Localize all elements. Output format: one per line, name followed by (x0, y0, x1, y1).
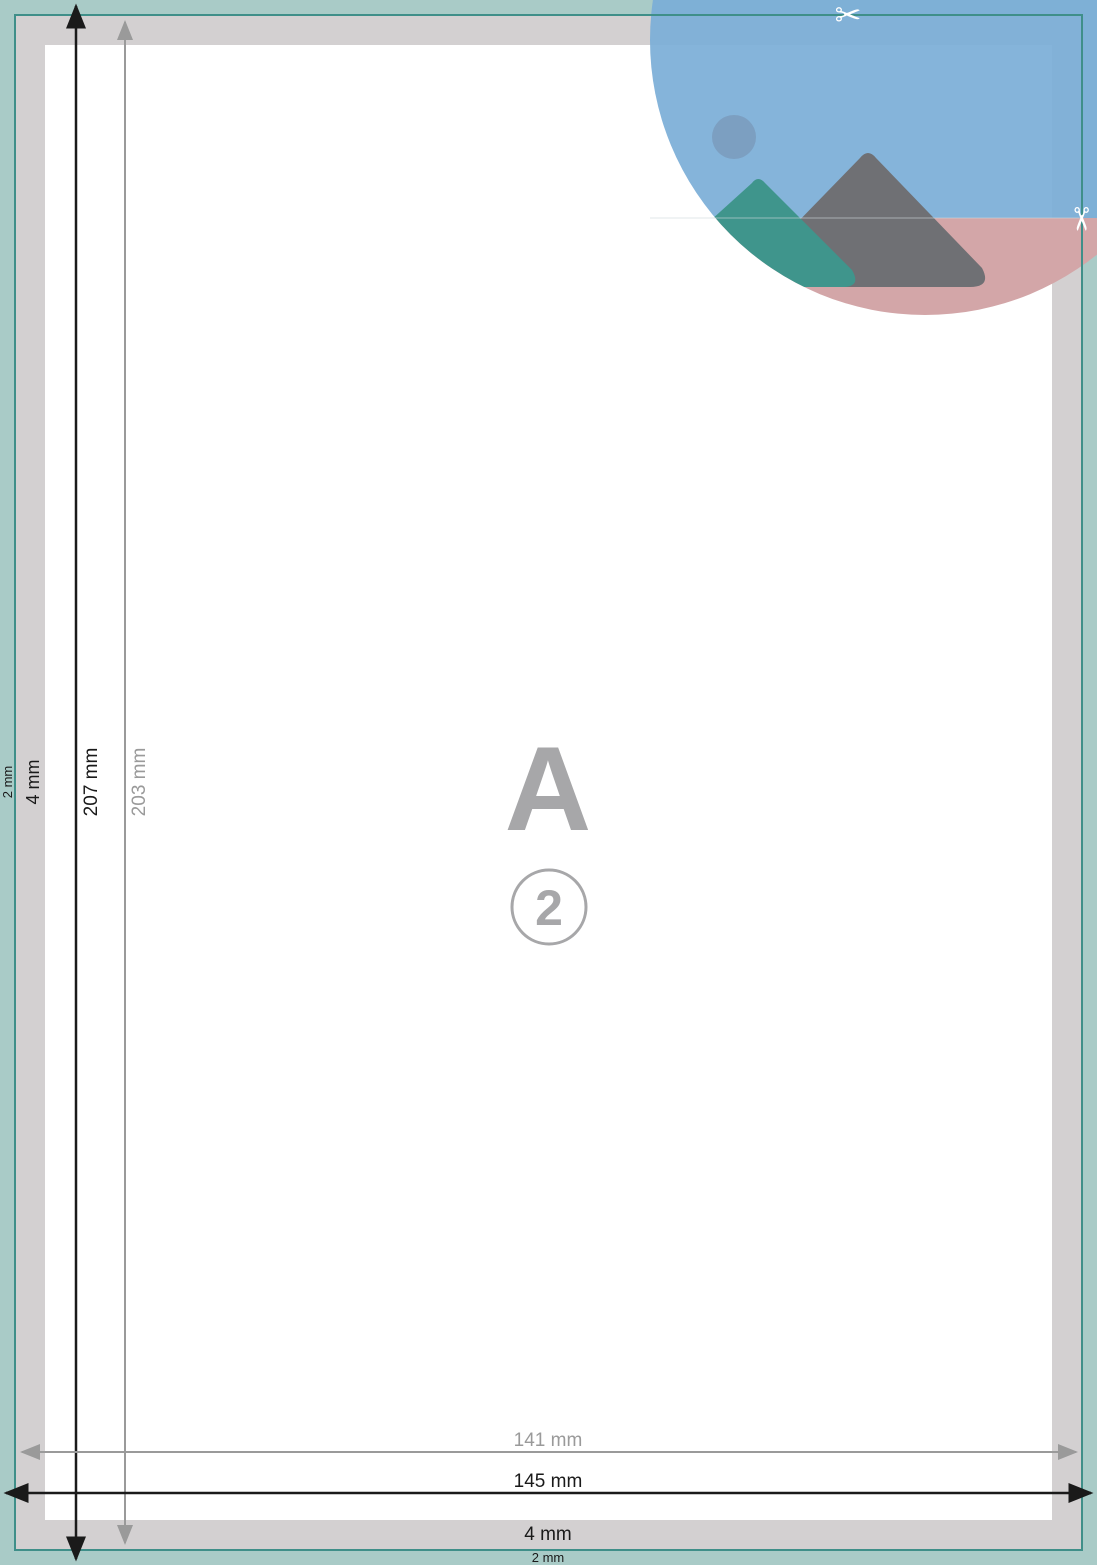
label-margin-left: 4 mm (23, 760, 43, 805)
image-placeholder (650, 0, 1097, 315)
label-margin-bottom: 4 mm (524, 1524, 572, 1545)
label-total-width: 145 mm (514, 1471, 583, 1492)
scissors-icon: ✂ (835, 0, 862, 33)
label-bleed-left: 2 mm (0, 766, 15, 799)
sun-icon (712, 115, 756, 159)
label-safe-width: 141 mm (514, 1430, 583, 1451)
diagram-overlay: 2 mm 4 mm 207 mm 203 mm 141 mm 145 mm 4 … (0, 0, 1097, 1565)
label-total-height: 207 mm (81, 748, 102, 817)
label-bleed-bottom: 2 mm (532, 1550, 565, 1565)
label-safe-height: 203 mm (129, 748, 150, 817)
page-letter: A (505, 722, 592, 856)
scissors-icon: ✂ (1063, 206, 1097, 233)
page-number: 2 (535, 880, 563, 936)
